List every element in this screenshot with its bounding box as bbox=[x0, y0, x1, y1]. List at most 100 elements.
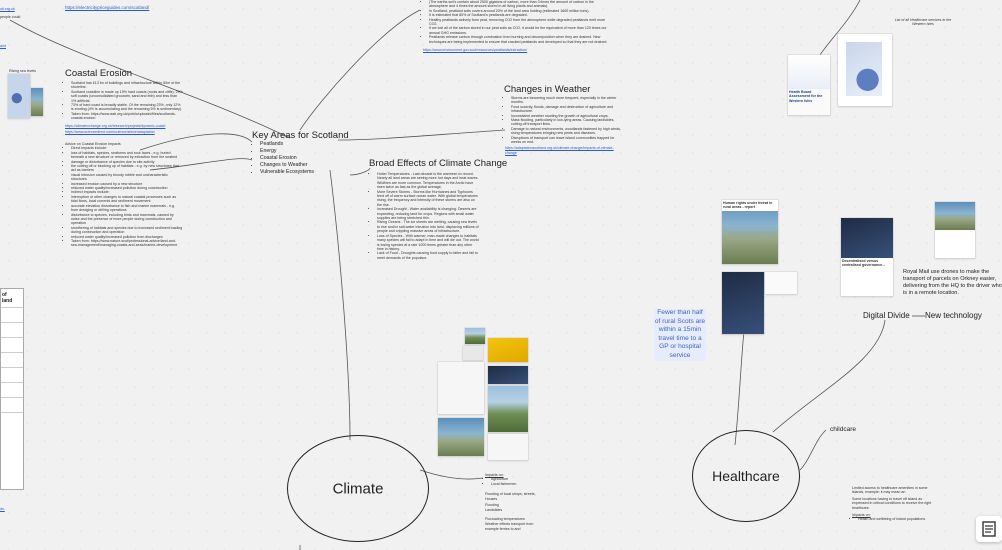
impact-note: Fluctuating temperatures bbox=[485, 516, 525, 521]
left-link-fragment[interactable]: and bbox=[0, 44, 6, 48]
coastal-link[interactable]: https://climatexchange.org.uk/research/p… bbox=[65, 124, 183, 128]
collage-image[interactable] bbox=[488, 338, 528, 362]
news-article-image[interactable]: Human rights under threat in rural areas… bbox=[722, 200, 778, 264]
peat-bullet: (The earths soil's contain about 2500 gi… bbox=[429, 0, 613, 9]
key-areas-title: Key Areas for Scotland bbox=[252, 130, 349, 141]
impact-note: Weather effects transport from example f… bbox=[485, 522, 534, 531]
advice-bullet: interruption or other changes to natural… bbox=[71, 195, 183, 204]
climate-hub-label: Climate bbox=[332, 480, 384, 497]
broad-bullet: Hotter Temperatures - Last decade is the… bbox=[377, 172, 479, 190]
drone-article[interactable] bbox=[935, 202, 975, 258]
weather-text: Storms are becoming much more frequent, … bbox=[505, 96, 621, 155]
impact-note: Landslides bbox=[485, 508, 503, 513]
digital-divide-label: Digital Divide bbox=[863, 311, 910, 320]
collage-document[interactable] bbox=[438, 362, 484, 414]
health-report-image[interactable]: Health Board Assessment for the Western … bbox=[788, 55, 830, 115]
notes-icon bbox=[982, 521, 996, 537]
peat-bullet: If we lost all of the carbon stored in o… bbox=[429, 26, 613, 35]
key-area-item: Vulnerable Ecosystems bbox=[260, 169, 349, 176]
broad-bullet: Loss of Species - With warmer, man-made … bbox=[377, 234, 479, 252]
health-note: Limited access to healthcare amenities i… bbox=[852, 486, 928, 495]
collage-document[interactable] bbox=[488, 434, 528, 460]
western-isles-map[interactable] bbox=[838, 34, 892, 106]
gp-travel-note: Fewer than half of rural Scots are withi… bbox=[654, 309, 706, 361]
impact-note: Flooding bbox=[485, 503, 499, 508]
broad-bullet: More Severe Storms - Storms like Hurrica… bbox=[377, 190, 479, 208]
key-area-item: Peatlands bbox=[260, 141, 349, 148]
peat-bullet: Peatlands release carbon through combust… bbox=[429, 35, 613, 44]
broad-bullet: Rising Oceans - The ice sheets are melti… bbox=[377, 220, 479, 233]
peatlands-text: (The earths soil's contain about 2500 gi… bbox=[423, 0, 613, 52]
coastal-erosion-title: Coastal Erosion bbox=[65, 68, 133, 79]
peat-bullet: Healthy peatlands actively form peat, re… bbox=[429, 18, 613, 27]
connector bbox=[772, 319, 886, 433]
connector bbox=[329, 169, 351, 441]
left-text-fragment: people could bbox=[0, 15, 21, 19]
key-areas-block: Key Areas for Scotland Peatlands Energy … bbox=[252, 130, 349, 176]
broad-effects-text: Hotter Temperatures - Last decade is the… bbox=[371, 172, 479, 260]
weather-bullet: Disruptions of transport can leave islan… bbox=[511, 136, 621, 145]
peatlands-link[interactable]: https://www.environment.gov.scot/resourc… bbox=[423, 48, 613, 52]
weather-bullet: Food scarcity, floods, damage and destru… bbox=[511, 105, 621, 114]
news-headline: Human rights under threat in rural areas… bbox=[722, 200, 778, 211]
left-table-fragment: of land bbox=[0, 288, 24, 490]
broad-bullet: Lack of Food - Droughts causing food sup… bbox=[377, 251, 479, 260]
connector bbox=[799, 429, 827, 471]
childcare-label: childcare bbox=[830, 426, 857, 433]
collage-image[interactable] bbox=[463, 346, 483, 360]
left-link-fragment[interactable]: uti.org.uk bbox=[0, 7, 15, 11]
weather-bullet: Damage to natural environments, woodland… bbox=[511, 127, 621, 136]
advice-bullet: loss of habitats, species, seaforms and … bbox=[71, 151, 183, 160]
news-text-card[interactable] bbox=[765, 272, 797, 294]
key-area-item: Coastal Erosion bbox=[260, 155, 349, 162]
coastal-bullet: 73% of hard coast is broadly stable. Of … bbox=[71, 103, 183, 112]
impact-note: Flooding of local shops, streets, Houses bbox=[485, 492, 536, 501]
coastal-bullet: Scotland coastline is made up 19% hard c… bbox=[71, 90, 183, 103]
weather-title: Changes in Weather bbox=[504, 84, 591, 95]
climate-impacts: Impacts on: Agriculture Local fishermen … bbox=[485, 473, 545, 531]
table-header: of land bbox=[2, 292, 13, 304]
health-report-caption: Health Board Assessment for the Western … bbox=[789, 90, 823, 103]
notes-panel-button[interactable] bbox=[976, 516, 1002, 542]
impact-item: Local fishermen bbox=[491, 482, 545, 486]
advice-bullet: accurate elevation disturbance to fish a… bbox=[71, 204, 183, 213]
coastal-advice-text: Advice on Coastal Erosion Impacts Direct… bbox=[65, 142, 183, 248]
advice-bullet: smothering of habitats and species due t… bbox=[71, 226, 183, 235]
healthcare-list-caption: List of all Healthcare services in the W… bbox=[894, 18, 952, 27]
broad-bullet: Increased Drought - Water availability i… bbox=[377, 207, 479, 220]
sea-level-image[interactable] bbox=[31, 88, 43, 116]
weather-link[interactable]: https://adaptationscotland.org.uk/climat… bbox=[505, 146, 621, 155]
health-note: Some locations having to travel off isla… bbox=[852, 496, 932, 510]
climate-hub[interactable]: Climate bbox=[287, 435, 429, 542]
collage-image[interactable] bbox=[488, 366, 528, 384]
coastal-bullet: Scotland has £13 bn of buildings and inf… bbox=[71, 81, 183, 90]
connector bbox=[337, 129, 506, 141]
sea-level-map-image[interactable] bbox=[8, 74, 30, 118]
report-image[interactable] bbox=[722, 272, 764, 334]
collage-image[interactable] bbox=[438, 418, 484, 456]
left-bottom-link[interactable]: ds. bbox=[0, 507, 5, 511]
broad-effects-title: Broad Effects of Climate Change bbox=[369, 158, 508, 169]
weather-bullet: Mass flooding, particularly in low-lying… bbox=[511, 118, 621, 127]
decentralised-article[interactable]: Decentralised versus centralised governa… bbox=[841, 218, 893, 296]
coastal-erosion-text: Scotland has £13 bn of buildings and inf… bbox=[65, 81, 183, 134]
coastal-link[interactable]: https://www.sciencedirect.com/science/ar… bbox=[65, 130, 183, 134]
connector bbox=[419, 469, 484, 480]
electricity-link[interactable]: https://electricitypriceguides.com/scotl… bbox=[65, 5, 149, 10]
advice-bullet: the cutting off or blocking up of habita… bbox=[71, 164, 183, 173]
health-impact-item: Health and wellbeing of island populatio… bbox=[858, 517, 932, 521]
key-area-item: Energy bbox=[260, 148, 349, 155]
advice-bullet: Taken from: https://www.nature.scot/prof… bbox=[71, 239, 183, 248]
new-technology-label: New technology bbox=[925, 311, 982, 320]
collage-image[interactable] bbox=[488, 386, 528, 432]
collage-image[interactable] bbox=[465, 328, 485, 344]
healthcare-hub[interactable]: Healthcare bbox=[692, 430, 800, 522]
healthcare-notes: Limited access to healthcare amenities i… bbox=[852, 486, 932, 522]
coastal-bullet: Taken from: https://www.aab.org.uk/publi… bbox=[71, 112, 183, 121]
drone-text: Royal Mail use drones to make the transp… bbox=[903, 269, 1002, 296]
rising-sea-label: Rising sea levels bbox=[9, 69, 36, 73]
weather-bullet: Storms are becoming much more frequent, … bbox=[511, 96, 621, 105]
healthcare-hub-label: Healthcare bbox=[712, 468, 780, 484]
decentralised-caption: Decentralised versus centralised governa… bbox=[842, 259, 886, 268]
advice-bullet: disturbance to species, including birds … bbox=[71, 213, 183, 226]
